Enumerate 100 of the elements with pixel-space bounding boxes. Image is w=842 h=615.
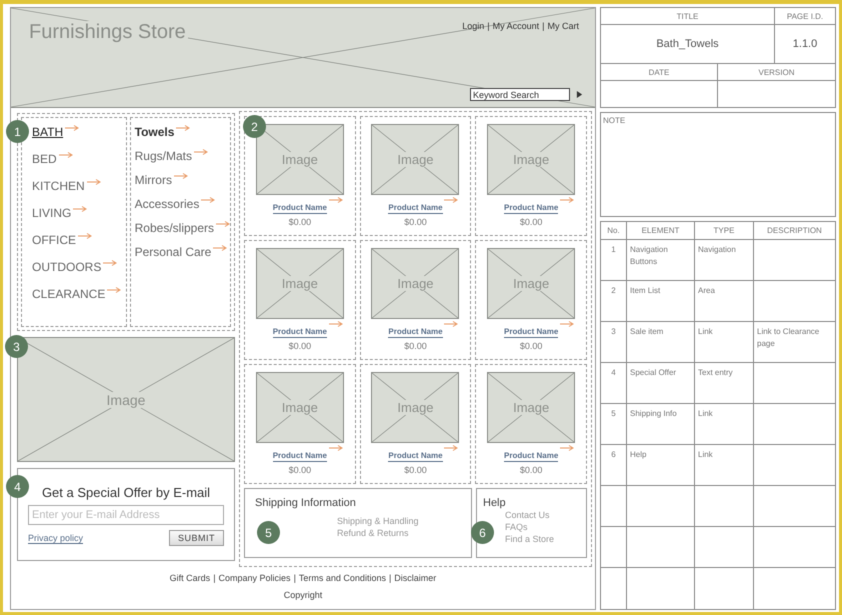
footer-link[interactable]: Company Policies [218,573,291,583]
product-price: $0.00 [520,465,542,475]
image-label: Image [104,392,148,408]
email-field[interactable]: Enter your E-mail Address [28,505,224,525]
product-price: $0.00 [404,217,427,227]
search-field[interactable]: Keyword Search [470,88,570,101]
table-cell: Item List [627,281,695,321]
annotation-arrow-icon [328,445,343,451]
badge: 1 [6,120,29,143]
table-cell: Area [695,281,754,321]
header-link[interactable]: My Cart [548,21,579,31]
annotation-arrow-icon [86,179,101,185]
annotation-arrow-icon [65,125,80,131]
help-link[interactable]: Contact Us [505,509,576,521]
footer-link[interactable]: Gift Cards [170,573,210,583]
product-name-link[interactable]: Product Name [388,327,443,338]
badge: 3 [5,335,28,358]
version-label: VERSION [757,66,796,78]
copyright-text: Copyright [284,590,322,600]
subcategory-link[interactable]: Personal Care [134,245,212,259]
table-cell: 4 [601,363,627,403]
header-link[interactable]: Login [462,21,484,31]
shipping-link[interactable]: Shipping & Handling [337,515,461,527]
shipping-title: Shipping Information [255,497,357,509]
column-header: No. [601,222,627,239]
product-price: $0.00 [404,465,427,475]
annotation-arrow-icon [176,125,190,131]
image-label: Image [511,276,552,291]
product-price: $0.00 [520,217,542,227]
annotation-arrow-icon [328,321,343,327]
category-link[interactable]: OUTDOORS [32,260,102,274]
subcategory-link[interactable]: Towels [134,125,174,139]
separator: | [213,573,216,583]
product-name-link[interactable]: Product Name [272,327,327,338]
product-name-link[interactable]: Product Name [388,451,443,462]
product-name-link[interactable]: Product Name [388,203,443,214]
product-price: $0.00 [404,341,427,351]
annotation-arrow-icon [103,260,118,266]
product-price: $0.00 [288,465,312,475]
badge: 2 [243,115,266,138]
table-cell: Help [627,445,695,485]
product-name-link[interactable]: Product Name [504,327,558,338]
category-link[interactable]: BATH [32,125,64,139]
offer-title: Get a Special Offer by E-mail [40,485,212,500]
note-label: NOTE [603,116,626,125]
subcategory-link[interactable]: Accessories [134,197,200,211]
table-cell: 3 [601,322,627,362]
annotation-arrow-icon [560,197,574,203]
category-link[interactable]: BED [32,152,57,166]
table-cell: 1 [601,240,627,280]
annotation-arrow-icon [444,321,458,327]
play-icon[interactable] [576,90,583,99]
table-cell: Link [695,445,754,485]
product-name-link[interactable]: Product Name [504,451,558,462]
annotation-arrow-icon [73,206,88,212]
privacy-link[interactable]: Privacy policy [28,532,84,544]
table-cell: Link [695,404,754,444]
annotation-arrow-icon [560,445,574,451]
page-title: Bath_Towels [601,25,775,63]
table-cell: Navigation Buttons [627,240,695,280]
category-link[interactable]: KITCHEN [32,179,85,193]
annotation-arrow-icon [201,197,216,203]
header-link[interactable]: My Account [492,21,540,31]
annotation-arrow-icon [444,197,458,203]
footer-link[interactable]: Disclaimer [394,573,436,583]
product-name-link[interactable]: Product Name [504,203,558,214]
annotation-arrow-icon [58,152,73,158]
product-name-link[interactable]: Product Name [272,203,327,214]
category-link[interactable]: CLEARANCE [32,287,106,301]
product-name-link[interactable]: Product Name [272,451,327,462]
image-label: Image [511,400,552,415]
shipping-link[interactable]: Refund & Returns [337,527,461,539]
annotation-arrow-icon [216,221,230,227]
column-header: DESCRIPTION [766,225,823,237]
subcategory-link[interactable]: Rugs/Mats [134,149,192,163]
help-link[interactable]: FAQs [505,521,576,533]
submit-button[interactable]: SUBMIT [168,530,224,546]
badge: 5 [257,521,280,544]
table-cell: Text entry [695,363,754,403]
image-label: Image [280,400,320,415]
page-id: 1.1.0 [792,37,818,52]
date-label: DATE [601,64,718,80]
table-cell: Link [695,322,754,362]
table-cell: Shipping Info [627,404,695,444]
table-cell: 6 [601,445,627,485]
help-link[interactable]: Find a Store [505,533,576,545]
category-link[interactable]: LIVING [32,206,72,220]
table-cell: Sale item [627,322,695,362]
subcategory-link[interactable]: Mirrors [134,173,172,187]
annotation-arrow-icon [328,197,343,203]
title-label: TITLE [601,8,775,24]
column-header: TYPE [695,222,754,239]
table-cell: 2 [601,281,627,321]
footer-link[interactable]: Terms and Conditions [298,573,386,583]
table-cell-text: Link to Clearance page [756,326,820,350]
subcategory-link[interactable]: Robes/slippers [134,221,214,235]
help-title: Help [483,497,507,509]
product-price: $0.00 [288,217,312,227]
annotation-arrow-icon [444,445,458,451]
category-link[interactable]: OFFICE [32,233,76,247]
